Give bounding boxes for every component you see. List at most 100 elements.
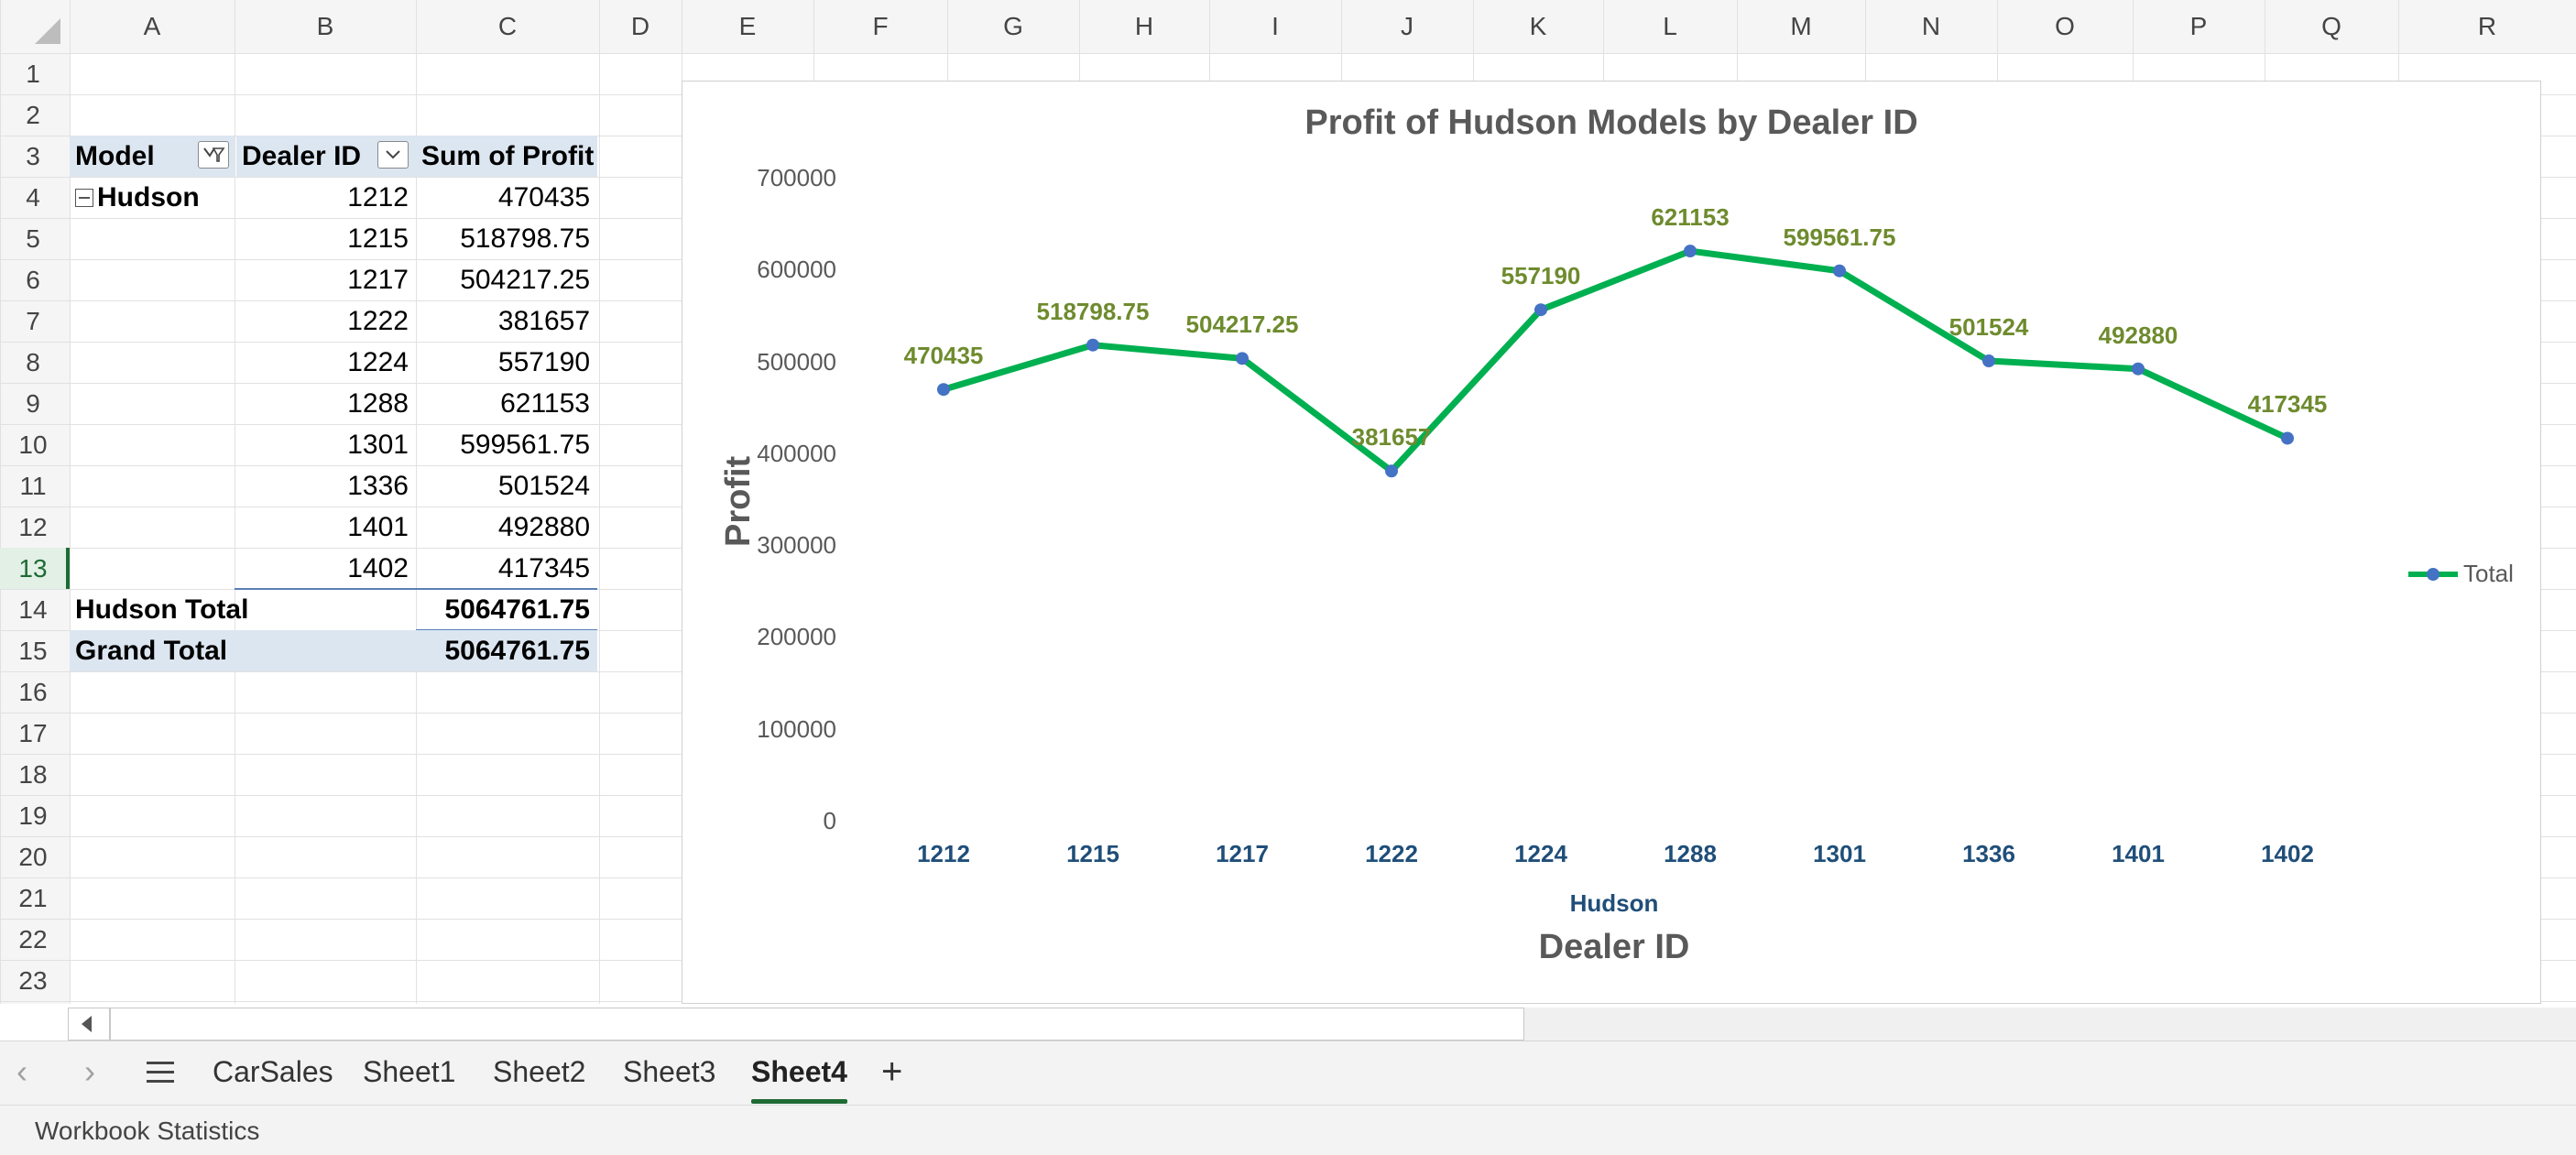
sheet-tab-sheet1[interactable]: Sheet1 <box>363 1041 455 1106</box>
data-point-marker[interactable] <box>937 383 950 397</box>
x-tick-label: 1301 <box>1813 840 1866 867</box>
column-header-K[interactable]: K <box>1473 0 1603 53</box>
sheet-menu-icon[interactable] <box>147 1062 174 1083</box>
column-header-Q[interactable]: Q <box>2265 0 2398 53</box>
pivot-dealer-cell[interactable]: 1336 <box>236 465 416 507</box>
data-point-marker[interactable] <box>1833 264 1846 278</box>
row-header-21[interactable]: 21 <box>0 877 66 919</box>
collapse-icon[interactable] <box>75 189 93 207</box>
column-header-G[interactable]: G <box>947 0 1079 53</box>
sheet-tab-sheet3[interactable]: Sheet3 <box>623 1041 715 1106</box>
x-tick-label: 1402 <box>2261 840 2314 867</box>
spreadsheet-grid[interactable]: A B C D E F G H I J K L M N O P Q R 1 2 3 4 5 6 7 8 9 10 11 12 13 14 15 1… <box>0 0 2576 1004</box>
data-point-marker[interactable] <box>1534 303 1547 317</box>
row-header-12[interactable]: 12 <box>0 507 66 548</box>
column-header-A[interactable]: A <box>70 0 235 53</box>
column-header-E[interactable]: E <box>682 0 813 53</box>
line-chart[interactable]: Profit of Hudson Models by Dealer ID 0 10… <box>682 81 2541 1004</box>
pivot-profit-cell[interactable]: 599561.75 <box>416 424 597 465</box>
data-point-marker[interactable] <box>1236 352 1249 365</box>
column-header-D[interactable]: D <box>599 0 682 53</box>
row-header-2[interactable]: 2 <box>0 94 66 136</box>
row-header-15[interactable]: 15 <box>0 630 66 671</box>
column-header-B[interactable]: B <box>235 0 416 53</box>
chart-legend[interactable]: Total <box>2405 560 2514 588</box>
pivot-profit-cell[interactable]: 621153 <box>416 383 597 424</box>
column-header-N[interactable]: N <box>1865 0 1997 53</box>
prev-sheet-icon[interactable]: ‹ <box>16 1052 27 1091</box>
row-header-6[interactable]: 6 <box>0 259 66 300</box>
column-header-J[interactable]: J <box>1341 0 1473 53</box>
y-tick-label: 0 <box>823 807 836 834</box>
row-header-7[interactable]: 7 <box>0 300 66 342</box>
data-point-marker[interactable] <box>2281 431 2294 445</box>
y-tick-label: 600000 <box>757 256 836 284</box>
scrollbar-track[interactable] <box>1524 1008 2576 1041</box>
pivot-profit-cell[interactable]: 381657 <box>416 300 597 342</box>
sheet-tab-sheet4[interactable]: Sheet4 <box>751 1041 847 1106</box>
row-header-23[interactable]: 23 <box>0 960 66 1001</box>
row-header-18[interactable]: 18 <box>0 754 66 795</box>
data-point-marker[interactable] <box>1086 338 1099 352</box>
row-header-11[interactable]: 11 <box>0 465 66 507</box>
row-header-16[interactable]: 16 <box>0 671 66 713</box>
pivot-profit-cell[interactable]: 518798.75 <box>416 218 597 259</box>
column-header-P[interactable]: P <box>2133 0 2265 53</box>
x-tick-label: 1336 <box>1962 840 2015 867</box>
column-header-O[interactable]: O <box>1997 0 2133 53</box>
row-header-22[interactable]: 22 <box>0 919 66 960</box>
pivot-profit-cell[interactable]: 417345 <box>416 548 597 589</box>
sheet-tab-carsales[interactable]: CarSales <box>213 1041 333 1106</box>
grand-total-value: 5064761.75 <box>416 630 597 671</box>
model-filter-button[interactable] <box>198 141 229 169</box>
column-header-F[interactable]: F <box>813 0 947 53</box>
data-point-marker[interactable] <box>1982 354 1995 368</box>
column-header-I[interactable]: I <box>1209 0 1341 53</box>
pivot-dealer-cell[interactable]: 1215 <box>236 218 416 259</box>
row-header-19[interactable]: 19 <box>0 795 66 836</box>
data-point-marker[interactable] <box>1684 245 1697 258</box>
pivot-profit-cell[interactable]: 470435 <box>416 177 597 218</box>
workbook-statistics[interactable]: Workbook Statistics <box>35 1117 259 1146</box>
add-sheet-button[interactable]: + <box>881 1041 902 1106</box>
pivot-profit-cell[interactable]: 557190 <box>416 342 597 383</box>
row-header-13[interactable]: 13 <box>0 548 66 589</box>
row-header-20[interactable]: 20 <box>0 836 66 877</box>
row-header-17[interactable]: 17 <box>0 713 66 754</box>
pivot-dealer-cell[interactable]: 1222 <box>236 300 416 342</box>
column-header-C[interactable]: C <box>416 0 599 53</box>
row-header-8[interactable]: 8 <box>0 342 66 383</box>
column-header-L[interactable]: L <box>1603 0 1737 53</box>
row-header-5[interactable]: 5 <box>0 218 66 259</box>
data-label: 557190 <box>1501 262 1581 290</box>
column-header-H[interactable]: H <box>1079 0 1209 53</box>
pivot-dealer-cell[interactable]: 1301 <box>236 424 416 465</box>
x-tick-label: 1224 <box>1514 840 1567 867</box>
row-header-14[interactable]: 14 <box>0 589 66 630</box>
pivot-dealer-cell[interactable]: 1288 <box>236 383 416 424</box>
scroll-left-icon[interactable] <box>82 1016 92 1032</box>
pivot-dealer-cell[interactable]: 1212 <box>236 177 416 218</box>
row-header-9[interactable]: 9 <box>0 383 66 424</box>
pivot-dealer-cell[interactable]: 1401 <box>236 507 416 548</box>
sheet-tab-sheet2[interactable]: Sheet2 <box>493 1041 585 1106</box>
horizontal-scrollbar[interactable] <box>68 1008 1524 1041</box>
column-header-R[interactable]: R <box>2398 0 2576 53</box>
pivot-profit-cell[interactable]: 504217.25 <box>416 259 597 300</box>
dealer-filter-button[interactable] <box>377 141 409 169</box>
pivot-dealer-cell[interactable]: 1402 <box>236 548 416 589</box>
next-sheet-icon[interactable]: › <box>84 1052 95 1091</box>
row-header-10[interactable]: 10 <box>0 424 66 465</box>
pivot-dealer-cell[interactable]: 1217 <box>236 259 416 300</box>
column-header-M[interactable]: M <box>1737 0 1865 53</box>
row-header-4[interactable]: 4 <box>0 177 66 218</box>
row-header-1[interactable]: 1 <box>0 53 66 94</box>
pivot-profit-cell[interactable]: 492880 <box>416 507 597 548</box>
data-point-marker[interactable] <box>2132 362 2145 376</box>
data-point-marker[interactable] <box>1385 464 1398 478</box>
x-tick-label: 1222 <box>1365 840 1418 867</box>
pivot-profit-cell[interactable]: 501524 <box>416 465 597 507</box>
row-header-3[interactable]: 3 <box>0 136 66 177</box>
pivot-dealer-cell[interactable]: 1224 <box>236 342 416 383</box>
grand-total-label: Grand Total <box>70 630 416 671</box>
